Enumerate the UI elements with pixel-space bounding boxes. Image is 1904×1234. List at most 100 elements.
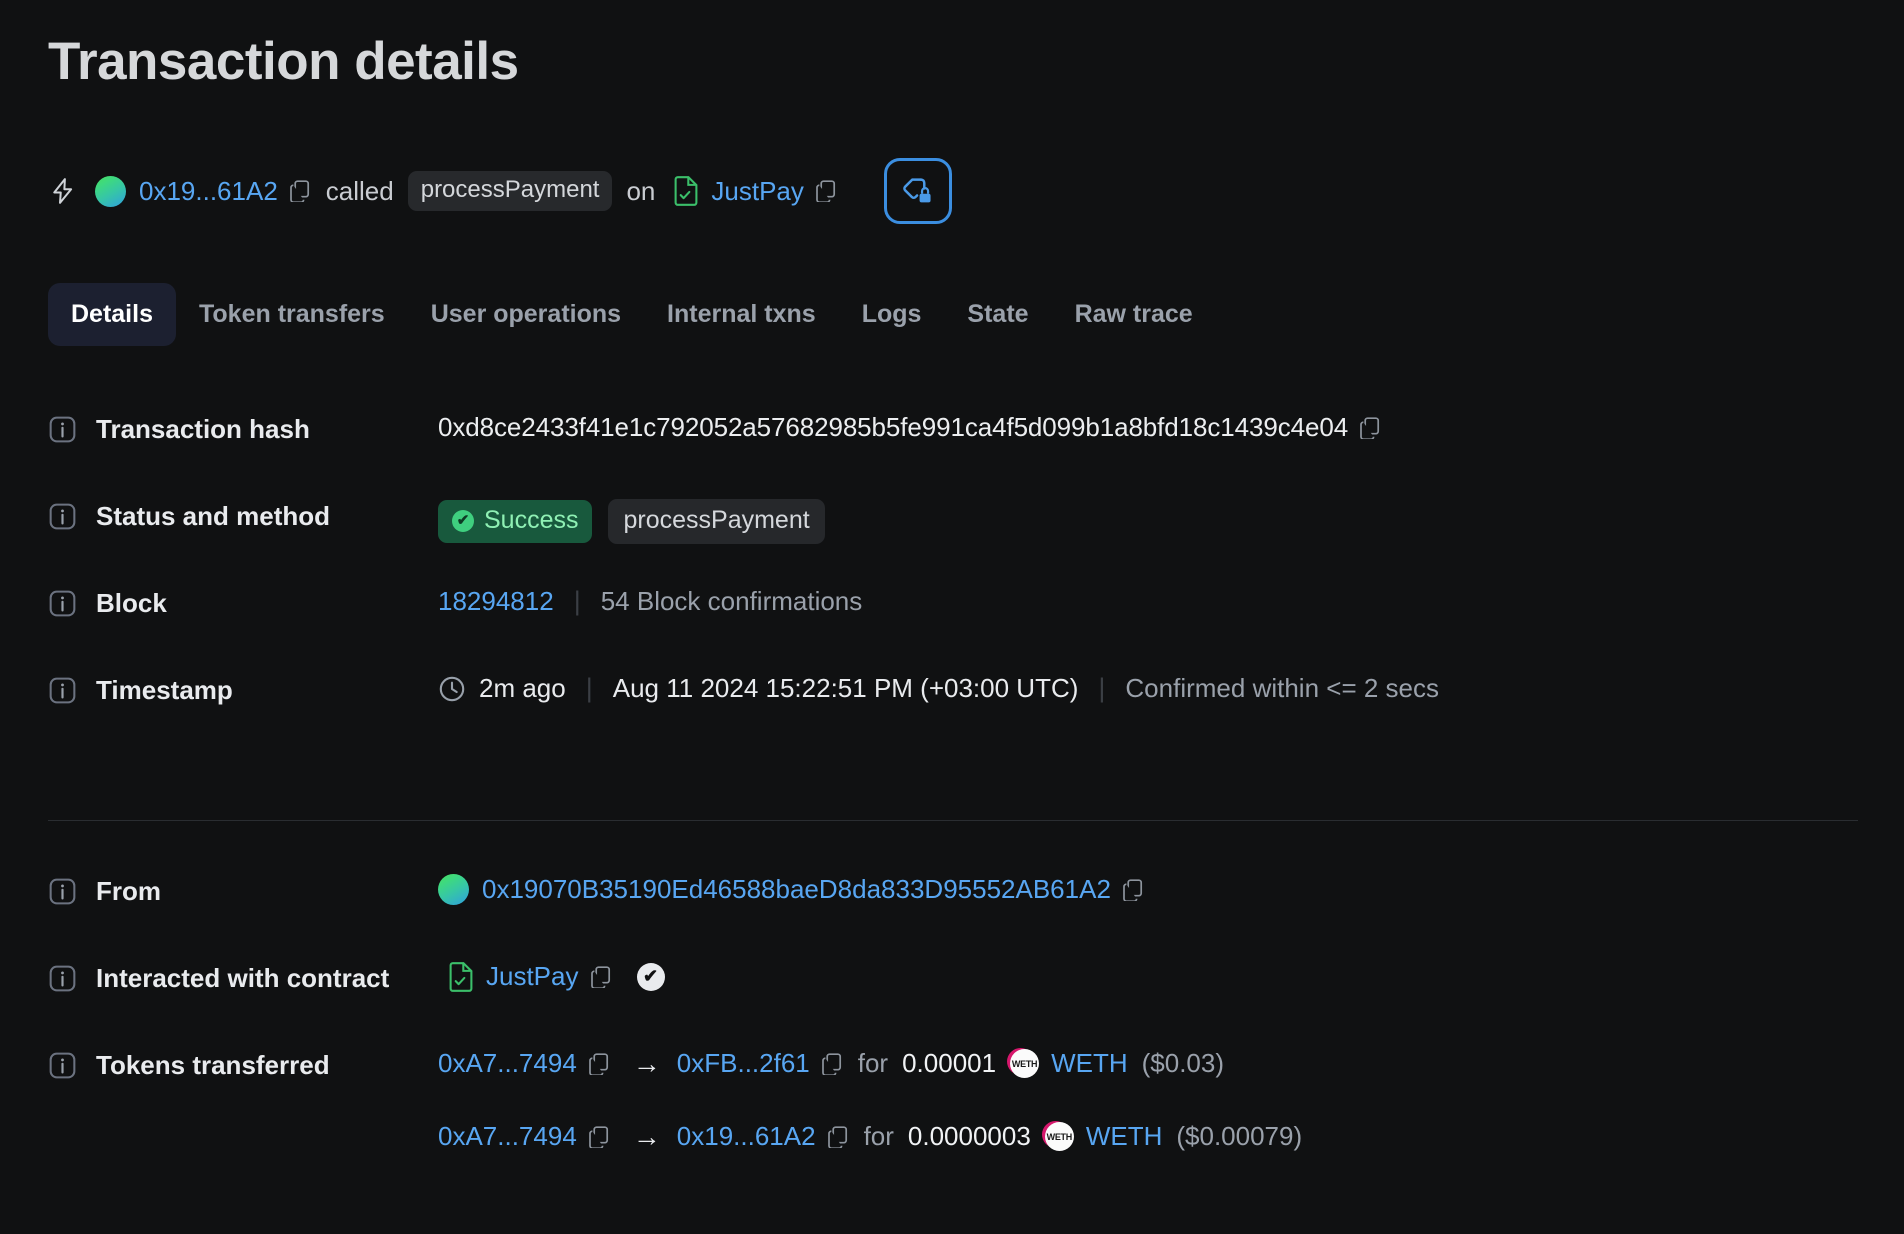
transfer-amount: 0.00001 bbox=[902, 1048, 997, 1078]
row-label: Timestamp bbox=[48, 671, 438, 706]
transaction-hash-value: 0xd8ce2433f41e1c792052a57682985b5fe991ca… bbox=[438, 412, 1349, 442]
copy-icon[interactable] bbox=[827, 1125, 848, 1148]
row-status-and-method: Status and method ✔ Success processPayme… bbox=[48, 497, 1858, 584]
copy-icon[interactable] bbox=[1360, 416, 1380, 439]
avatar bbox=[438, 874, 469, 905]
copy-icon[interactable] bbox=[590, 965, 611, 988]
row-from: From 0x19070B35190Ed46588baeD8da833D9555… bbox=[48, 872, 1858, 959]
transfer-from-link[interactable]: 0xA7...7494 bbox=[438, 1121, 577, 1152]
transfer-usd-value: ($0.03) bbox=[1141, 1048, 1225, 1078]
weth-token-icon: WETH bbox=[1044, 1122, 1074, 1151]
row-label: From bbox=[48, 872, 438, 907]
token-name-link[interactable]: WETH bbox=[1086, 1121, 1163, 1152]
summary-method-chip: processPayment bbox=[407, 171, 613, 211]
tab-details[interactable]: Details bbox=[48, 283, 176, 346]
summary-from-address-link[interactable]: 0x19...61A2 bbox=[139, 176, 278, 207]
tab-bar: Details Token transfers User operations … bbox=[48, 283, 1216, 346]
row-interacted-with-contract: Interacted with contract JustPay ✔ bbox=[48, 959, 1858, 1046]
separator: | bbox=[585, 673, 593, 703]
separator: | bbox=[573, 586, 581, 616]
copy-icon[interactable] bbox=[588, 1052, 609, 1075]
summary-contract-link[interactable]: JustPay bbox=[711, 176, 804, 207]
row-label: Tokens transferred bbox=[48, 1046, 438, 1081]
timestamp-absolute: Aug 11 2024 15:22:51 PM (+03:00 UTC) bbox=[612, 673, 1079, 703]
row-label: Interacted with contract bbox=[48, 959, 438, 994]
transfer-usd-value: ($0.00079) bbox=[1176, 1121, 1303, 1151]
for-label: for bbox=[857, 1048, 889, 1078]
tab-state[interactable]: State bbox=[944, 283, 1051, 346]
page-title: Transaction details bbox=[48, 32, 519, 91]
tab-internal-txns[interactable]: Internal txns bbox=[644, 283, 839, 346]
transfer-amount: 0.0000003 bbox=[907, 1121, 1031, 1151]
copy-icon[interactable] bbox=[588, 1125, 609, 1148]
transfer-to-link[interactable]: 0x19...61A2 bbox=[677, 1121, 816, 1152]
section-divider bbox=[48, 820, 1858, 821]
token-name-link[interactable]: WETH bbox=[1051, 1048, 1128, 1079]
row-value: 0xA7...7494 → 0xFB...2f61 for 0.00001 WE… bbox=[438, 1046, 1302, 1152]
copy-icon[interactable] bbox=[821, 1052, 842, 1075]
weth-token-icon: WETH bbox=[1010, 1049, 1040, 1078]
label-text: From bbox=[96, 876, 161, 906]
row-value: ✔ Success processPayment bbox=[438, 497, 825, 544]
label-text: Block bbox=[96, 588, 167, 618]
block-confirmations: 54 Block confirmations bbox=[600, 586, 863, 616]
token-transfer-item: 0xA7...7494 → 0x19...61A2 for 0.0000003 … bbox=[438, 1121, 1302, 1152]
row-label: Status and method bbox=[48, 497, 438, 532]
verified-contract-icon: ✔ bbox=[636, 962, 665, 991]
info-icon[interactable] bbox=[48, 964, 77, 993]
row-transaction-hash: Transaction hash 0xd8ce2433f41e1c792052a… bbox=[48, 410, 1858, 497]
tab-raw-trace[interactable]: Raw trace bbox=[1052, 283, 1216, 346]
block-number-link[interactable]: 18294812 bbox=[438, 586, 554, 617]
copy-icon[interactable] bbox=[1123, 878, 1143, 901]
row-timestamp: Timestamp 2m ago | Aug 11 2024 15:22:51 … bbox=[48, 671, 1858, 758]
transaction-summary-bar: 0x19...61A2 called processPayment on Jus… bbox=[48, 158, 952, 224]
info-icon[interactable] bbox=[48, 415, 77, 444]
row-label: Transaction hash bbox=[48, 410, 438, 445]
details-section-bottom: From 0x19070B35190Ed46588baeD8da833D9555… bbox=[48, 872, 1858, 1152]
label-text: Transaction hash bbox=[96, 414, 310, 444]
timestamp-relative: 2m ago bbox=[479, 673, 566, 703]
status-badge: ✔ Success bbox=[438, 500, 593, 543]
info-icon[interactable] bbox=[48, 877, 77, 906]
separator: | bbox=[1098, 673, 1106, 703]
timestamp-confirmed-within: Confirmed within <= 2 secs bbox=[1125, 673, 1439, 703]
copy-icon[interactable] bbox=[816, 180, 836, 202]
label-text: Status and method bbox=[96, 501, 331, 531]
arrow-right-icon: → bbox=[632, 1047, 661, 1079]
method-chip: processPayment bbox=[608, 499, 825, 544]
label-text: Tokens transferred bbox=[96, 1050, 330, 1080]
privacy-tag-button[interactable] bbox=[883, 158, 952, 224]
tab-token-transfers[interactable]: Token transfers bbox=[176, 283, 408, 346]
row-value: 0xd8ce2433f41e1c792052a57682985b5fe991ca… bbox=[438, 410, 1388, 443]
row-value: 0x19070B35190Ed46588baeD8da833D95552AB61… bbox=[438, 872, 1151, 905]
transfer-from-link[interactable]: 0xA7...7494 bbox=[438, 1048, 577, 1079]
avatar bbox=[95, 175, 126, 207]
info-icon[interactable] bbox=[48, 1051, 77, 1080]
called-label: called bbox=[325, 175, 394, 206]
info-icon[interactable] bbox=[48, 589, 77, 618]
info-icon[interactable] bbox=[48, 676, 77, 705]
token-transfer-item: 0xA7...7494 → 0xFB...2f61 for 0.00001 WE… bbox=[438, 1048, 1224, 1079]
for-label: for bbox=[863, 1121, 894, 1151]
row-block: Block 18294812 | 54 Block confirmations bbox=[48, 584, 1858, 671]
label-text: Timestamp bbox=[96, 675, 233, 705]
check-icon: ✔ bbox=[452, 509, 474, 532]
from-address-link[interactable]: 0x19070B35190Ed46588baeD8da833D95552AB61… bbox=[482, 874, 1111, 905]
copy-icon[interactable] bbox=[289, 180, 310, 202]
row-value: JustPay ✔ bbox=[438, 959, 665, 992]
info-icon[interactable] bbox=[48, 502, 77, 531]
arrow-right-icon: → bbox=[632, 1120, 661, 1152]
lightning-bolt-icon bbox=[53, 178, 73, 204]
on-label: on bbox=[626, 175, 656, 206]
contract-name-link[interactable]: JustPay bbox=[486, 961, 579, 992]
row-tokens-transferred: Tokens transferred 0xA7...7494 → 0xFB...… bbox=[48, 1046, 1858, 1152]
contract-file-icon bbox=[674, 176, 698, 206]
row-value: 2m ago | Aug 11 2024 15:22:51 PM (+03:00… bbox=[438, 671, 1439, 704]
row-value: 18294812 | 54 Block confirmations bbox=[438, 584, 862, 617]
details-section-top: Transaction hash 0xd8ce2433f41e1c792052a… bbox=[48, 410, 1858, 758]
tag-lock-icon bbox=[903, 178, 931, 203]
tab-user-operations[interactable]: User operations bbox=[408, 283, 644, 346]
transfer-to-link[interactable]: 0xFB...2f61 bbox=[677, 1048, 810, 1079]
contract-file-icon bbox=[449, 961, 473, 992]
tab-logs[interactable]: Logs bbox=[839, 283, 945, 346]
